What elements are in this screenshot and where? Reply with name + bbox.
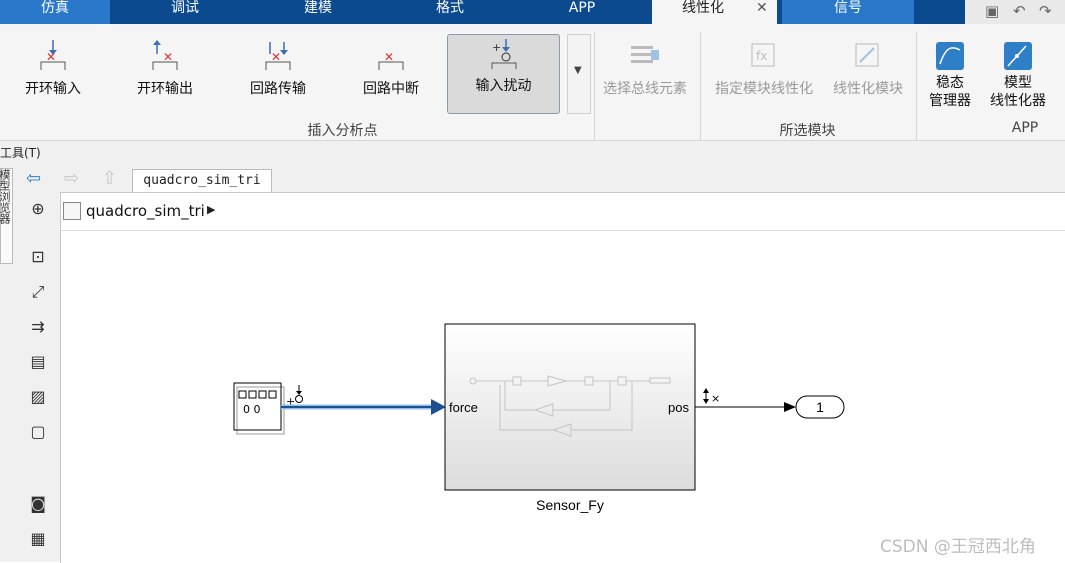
- watermark: CSDN @王冠西北角: [880, 537, 1036, 557]
- output-port-label: pos: [668, 400, 689, 415]
- subsystem-name[interactable]: Sensor_Fy: [536, 497, 604, 513]
- input-port-label: force: [449, 400, 478, 415]
- svg-text:×: ×: [711, 392, 720, 405]
- source-display-value: 0 0: [243, 403, 261, 416]
- outport-number: 1: [816, 399, 824, 415]
- output-measurement-icon[interactable]: ×: [703, 388, 720, 405]
- outport-block[interactable]: 1: [795, 395, 845, 419]
- block-diagram: 0 0 + force pos Sensor_Fy × 1: [233, 323, 845, 513]
- signal-source-block[interactable]: 0 0: [233, 382, 285, 435]
- signal-arrowhead: [784, 402, 796, 412]
- subsystem-block[interactable]: force pos: [444, 323, 696, 491]
- signal-arrowhead: [431, 399, 446, 415]
